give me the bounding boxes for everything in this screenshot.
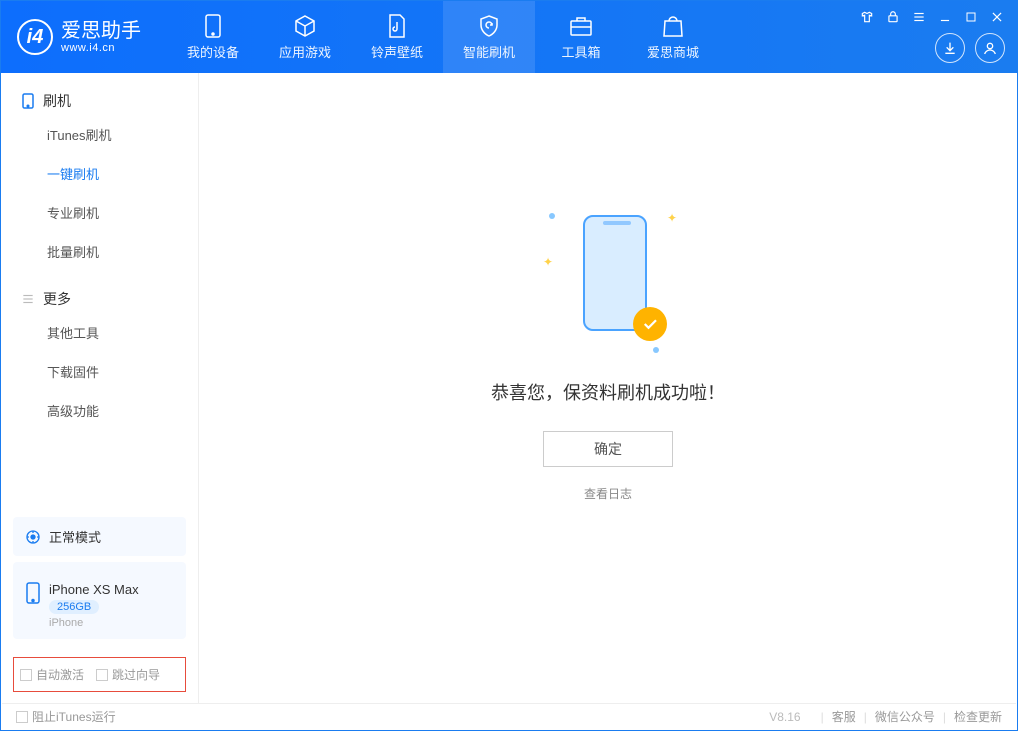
phone-outline-icon bbox=[25, 582, 41, 604]
sidebar-item-other-tools[interactable]: 其他工具 bbox=[1, 313, 198, 352]
device-type: iPhone bbox=[49, 617, 139, 629]
statusbar: 阻止iTunes运行 V8.16 | 客服 | 微信公众号 | 检查更新 bbox=[2, 703, 1016, 729]
menu-icon[interactable] bbox=[911, 9, 927, 25]
tab-ringtones[interactable]: 铃声壁纸 bbox=[351, 1, 443, 73]
opt-label: 跳过向导 bbox=[112, 666, 160, 683]
sidebar: 刷机 iTunes刷机 一键刷机 专业刷机 批量刷机 更多 其他工具 下载固件 … bbox=[1, 73, 199, 704]
titlebar: i4 爱思助手 www.i4.cn 我的设备 应用游戏 铃声壁纸 智能刷机 工具… bbox=[1, 1, 1017, 73]
sidebar-item-itunes-flash[interactable]: iTunes刷机 bbox=[1, 115, 198, 154]
shirt-icon[interactable] bbox=[859, 9, 875, 25]
sidebar-item-oneclick-flash[interactable]: 一键刷机 bbox=[1, 154, 198, 193]
support-link[interactable]: 客服 bbox=[832, 708, 856, 725]
list-icon bbox=[21, 292, 35, 306]
wechat-link[interactable]: 微信公众号 bbox=[875, 708, 935, 725]
opt-label: 自动激活 bbox=[36, 666, 84, 683]
bag-icon bbox=[661, 14, 685, 38]
music-file-icon bbox=[385, 14, 409, 38]
highlighted-options: 自动激活 跳过向导 bbox=[13, 657, 186, 692]
device-name: iPhone XS Max bbox=[49, 582, 139, 597]
close-icon[interactable] bbox=[989, 9, 1005, 25]
check-badge-icon bbox=[633, 307, 667, 341]
success-illustration: ✦ ✦ bbox=[543, 205, 673, 355]
check-update-link[interactable]: 检查更新 bbox=[954, 708, 1002, 725]
section-title: 刷机 bbox=[43, 91, 71, 111]
tab-label: 爱思商城 bbox=[647, 42, 699, 61]
tab-label: 铃声壁纸 bbox=[371, 42, 423, 61]
cube-icon bbox=[293, 14, 317, 38]
download-icon[interactable] bbox=[935, 33, 965, 63]
sidebar-item-pro-flash[interactable]: 专业刷机 bbox=[1, 193, 198, 232]
auto-activate-checkbox[interactable]: 自动激活 bbox=[20, 666, 84, 683]
ok-button[interactable]: 确定 bbox=[543, 431, 673, 467]
success-message: 恭喜您，保资料刷机成功啦！ bbox=[491, 379, 725, 405]
sidebar-section-flash: 刷机 bbox=[1, 91, 198, 115]
skip-guide-checkbox[interactable]: 跳过向导 bbox=[96, 666, 160, 683]
sidebar-section-more: 更多 bbox=[1, 289, 198, 313]
mode-icon bbox=[25, 529, 41, 545]
device-card[interactable]: iPhone XS Max 256GB iPhone bbox=[13, 562, 186, 639]
top-tabs: 我的设备 应用游戏 铃声壁纸 智能刷机 工具箱 爱思商城 bbox=[167, 1, 719, 73]
minimize-icon[interactable] bbox=[937, 9, 953, 25]
sidebar-item-download-firmware[interactable]: 下载固件 bbox=[1, 352, 198, 391]
main-content: ✦ ✦ 恭喜您，保资料刷机成功啦！ 确定 查看日志 bbox=[199, 73, 1017, 704]
device-capacity: 256GB bbox=[49, 600, 99, 614]
section-title: 更多 bbox=[43, 289, 71, 309]
sidebar-item-advanced[interactable]: 高级功能 bbox=[1, 391, 198, 430]
maximize-icon[interactable] bbox=[963, 9, 979, 25]
tab-apps-games[interactable]: 应用游戏 bbox=[259, 1, 351, 73]
tab-label: 智能刷机 bbox=[463, 42, 515, 61]
tab-label: 应用游戏 bbox=[279, 42, 331, 61]
brand-name: 爱思助手 bbox=[61, 20, 141, 42]
view-log-link[interactable]: 查看日志 bbox=[584, 485, 632, 502]
tab-label: 我的设备 bbox=[187, 42, 239, 61]
shield-refresh-icon bbox=[477, 14, 501, 38]
opt-label: 阻止iTunes运行 bbox=[32, 708, 116, 725]
device-icon bbox=[21, 93, 35, 109]
lock-icon[interactable] bbox=[885, 9, 901, 25]
app-logo: i4 爱思助手 www.i4.cn bbox=[1, 19, 157, 55]
tab-toolbox[interactable]: 工具箱 bbox=[535, 1, 627, 73]
tab-mall[interactable]: 爱思商城 bbox=[627, 1, 719, 73]
phone-icon bbox=[201, 14, 225, 38]
device-mode-text: 正常模式 bbox=[49, 527, 101, 546]
user-icon[interactable] bbox=[975, 33, 1005, 63]
logo-icon: i4 bbox=[17, 19, 53, 55]
sidebar-item-batch-flash[interactable]: 批量刷机 bbox=[1, 232, 198, 271]
brand-site: www.i4.cn bbox=[61, 42, 141, 54]
block-itunes-checkbox[interactable]: 阻止iTunes运行 bbox=[16, 708, 116, 725]
version-text: V8.16 bbox=[769, 710, 800, 724]
device-mode-card: 正常模式 bbox=[13, 517, 186, 556]
tab-smart-flash[interactable]: 智能刷机 bbox=[443, 1, 535, 73]
tab-my-device[interactable]: 我的设备 bbox=[167, 1, 259, 73]
tab-label: 工具箱 bbox=[561, 42, 600, 61]
briefcase-icon bbox=[569, 14, 593, 38]
